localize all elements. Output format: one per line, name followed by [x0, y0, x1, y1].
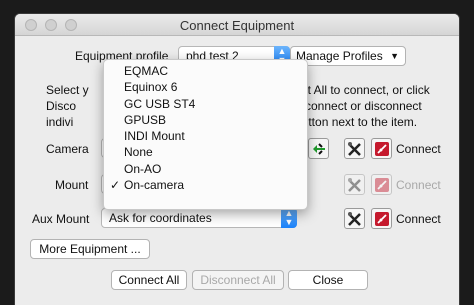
menu-item-label: On-AO — [124, 161, 162, 176]
menu-item-on-camera[interactable]: ✓ On-camera — [104, 177, 307, 193]
camera-setup-button[interactable] — [308, 138, 329, 159]
plug-connected-icon — [313, 143, 325, 155]
aux-mount-value: Ask for coordinates — [109, 211, 212, 225]
menu-item-label: None — [124, 145, 153, 160]
plug-disconnected-icon — [375, 212, 389, 226]
menu-item-label: GC USB ST4 — [124, 96, 196, 111]
menu-item-label: GPUSB — [124, 112, 167, 127]
aux-mount-connect-button[interactable] — [371, 208, 392, 229]
chevron-updown-icon: ▲▼ — [281, 208, 297, 228]
menu-item-indi-mount[interactable]: INDI Mount — [104, 128, 307, 144]
aux-mount-settings-button[interactable] — [344, 208, 365, 229]
tools-icon — [348, 142, 361, 156]
tools-icon — [348, 178, 361, 192]
camera-settings-button[interactable] — [344, 138, 365, 159]
menu-item-label: EQMAC — [124, 64, 169, 78]
menu-item-gc-usb-st4[interactable]: GC USB ST4 — [104, 96, 307, 112]
title-bar: Connect Equipment — [15, 14, 459, 36]
mount-label: Mount — [55, 178, 89, 192]
menu-item-gpusb[interactable]: GPUSB — [104, 112, 307, 128]
manage-profiles-label: Manage Profiles — [296, 49, 383, 63]
connect-equipment-window: Connect Equipment Equipment profile phd … — [15, 14, 459, 305]
instructions-right-line-1: ect All to connect, or click — [295, 83, 430, 97]
menu-item-on-ao[interactable]: On-AO — [104, 161, 307, 177]
camera-label: Camera — [46, 142, 89, 156]
window-title: Connect Equipment — [179, 18, 295, 33]
aux-mount-connect-label: Connect — [396, 212, 441, 226]
menu-item-label: Equinox 6 — [124, 80, 178, 95]
instructions-left-line-2: Disco — [46, 99, 77, 113]
disconnect-all-button[interactable]: Disconnect All — [192, 270, 284, 290]
tools-icon — [348, 212, 361, 226]
menu-item-equinox-6[interactable]: Equinox 6 — [104, 79, 307, 95]
close-button[interactable]: Close — [288, 270, 368, 290]
mount-settings-button[interactable] — [344, 174, 365, 195]
plug-disconnected-icon — [375, 142, 389, 156]
camera-connect-label: Connect — [396, 142, 441, 156]
aux-mount-label: Aux Mount — [32, 212, 90, 226]
menu-item-label: INDI Mount — [124, 129, 185, 144]
camera-connect-button[interactable] — [371, 138, 392, 159]
mount-connect-label: Connect — [396, 178, 441, 192]
instructions-right-line-2: o connect or disconnect — [295, 99, 422, 113]
menu-item-eqmac[interactable]: EQMAC — [104, 63, 307, 79]
menu-item-none[interactable]: None — [104, 144, 307, 160]
menu-item-label: On-camera — [124, 178, 185, 193]
chevron-down-icon: ▼ — [390, 51, 399, 61]
mount-dropdown-menu: EQMAC Equinox 6 GC USB ST4 GPUSB INDI Mo… — [103, 59, 308, 210]
instructions-left-line-1: Select y — [46, 83, 89, 97]
more-equipment-button[interactable]: More Equipment ... — [30, 239, 150, 259]
connect-all-button[interactable]: Connect All — [111, 270, 187, 290]
checkmark-icon: ✓ — [110, 178, 121, 193]
aux-mount-select[interactable]: Ask for coordinates ▲ ▼ — [101, 208, 297, 228]
plug-disconnected-icon — [375, 178, 389, 192]
instructions-right-line-3: button next to the item. — [295, 115, 418, 129]
instructions-left-line-3: indivi — [46, 115, 74, 129]
mount-connect-button[interactable] — [371, 174, 392, 195]
